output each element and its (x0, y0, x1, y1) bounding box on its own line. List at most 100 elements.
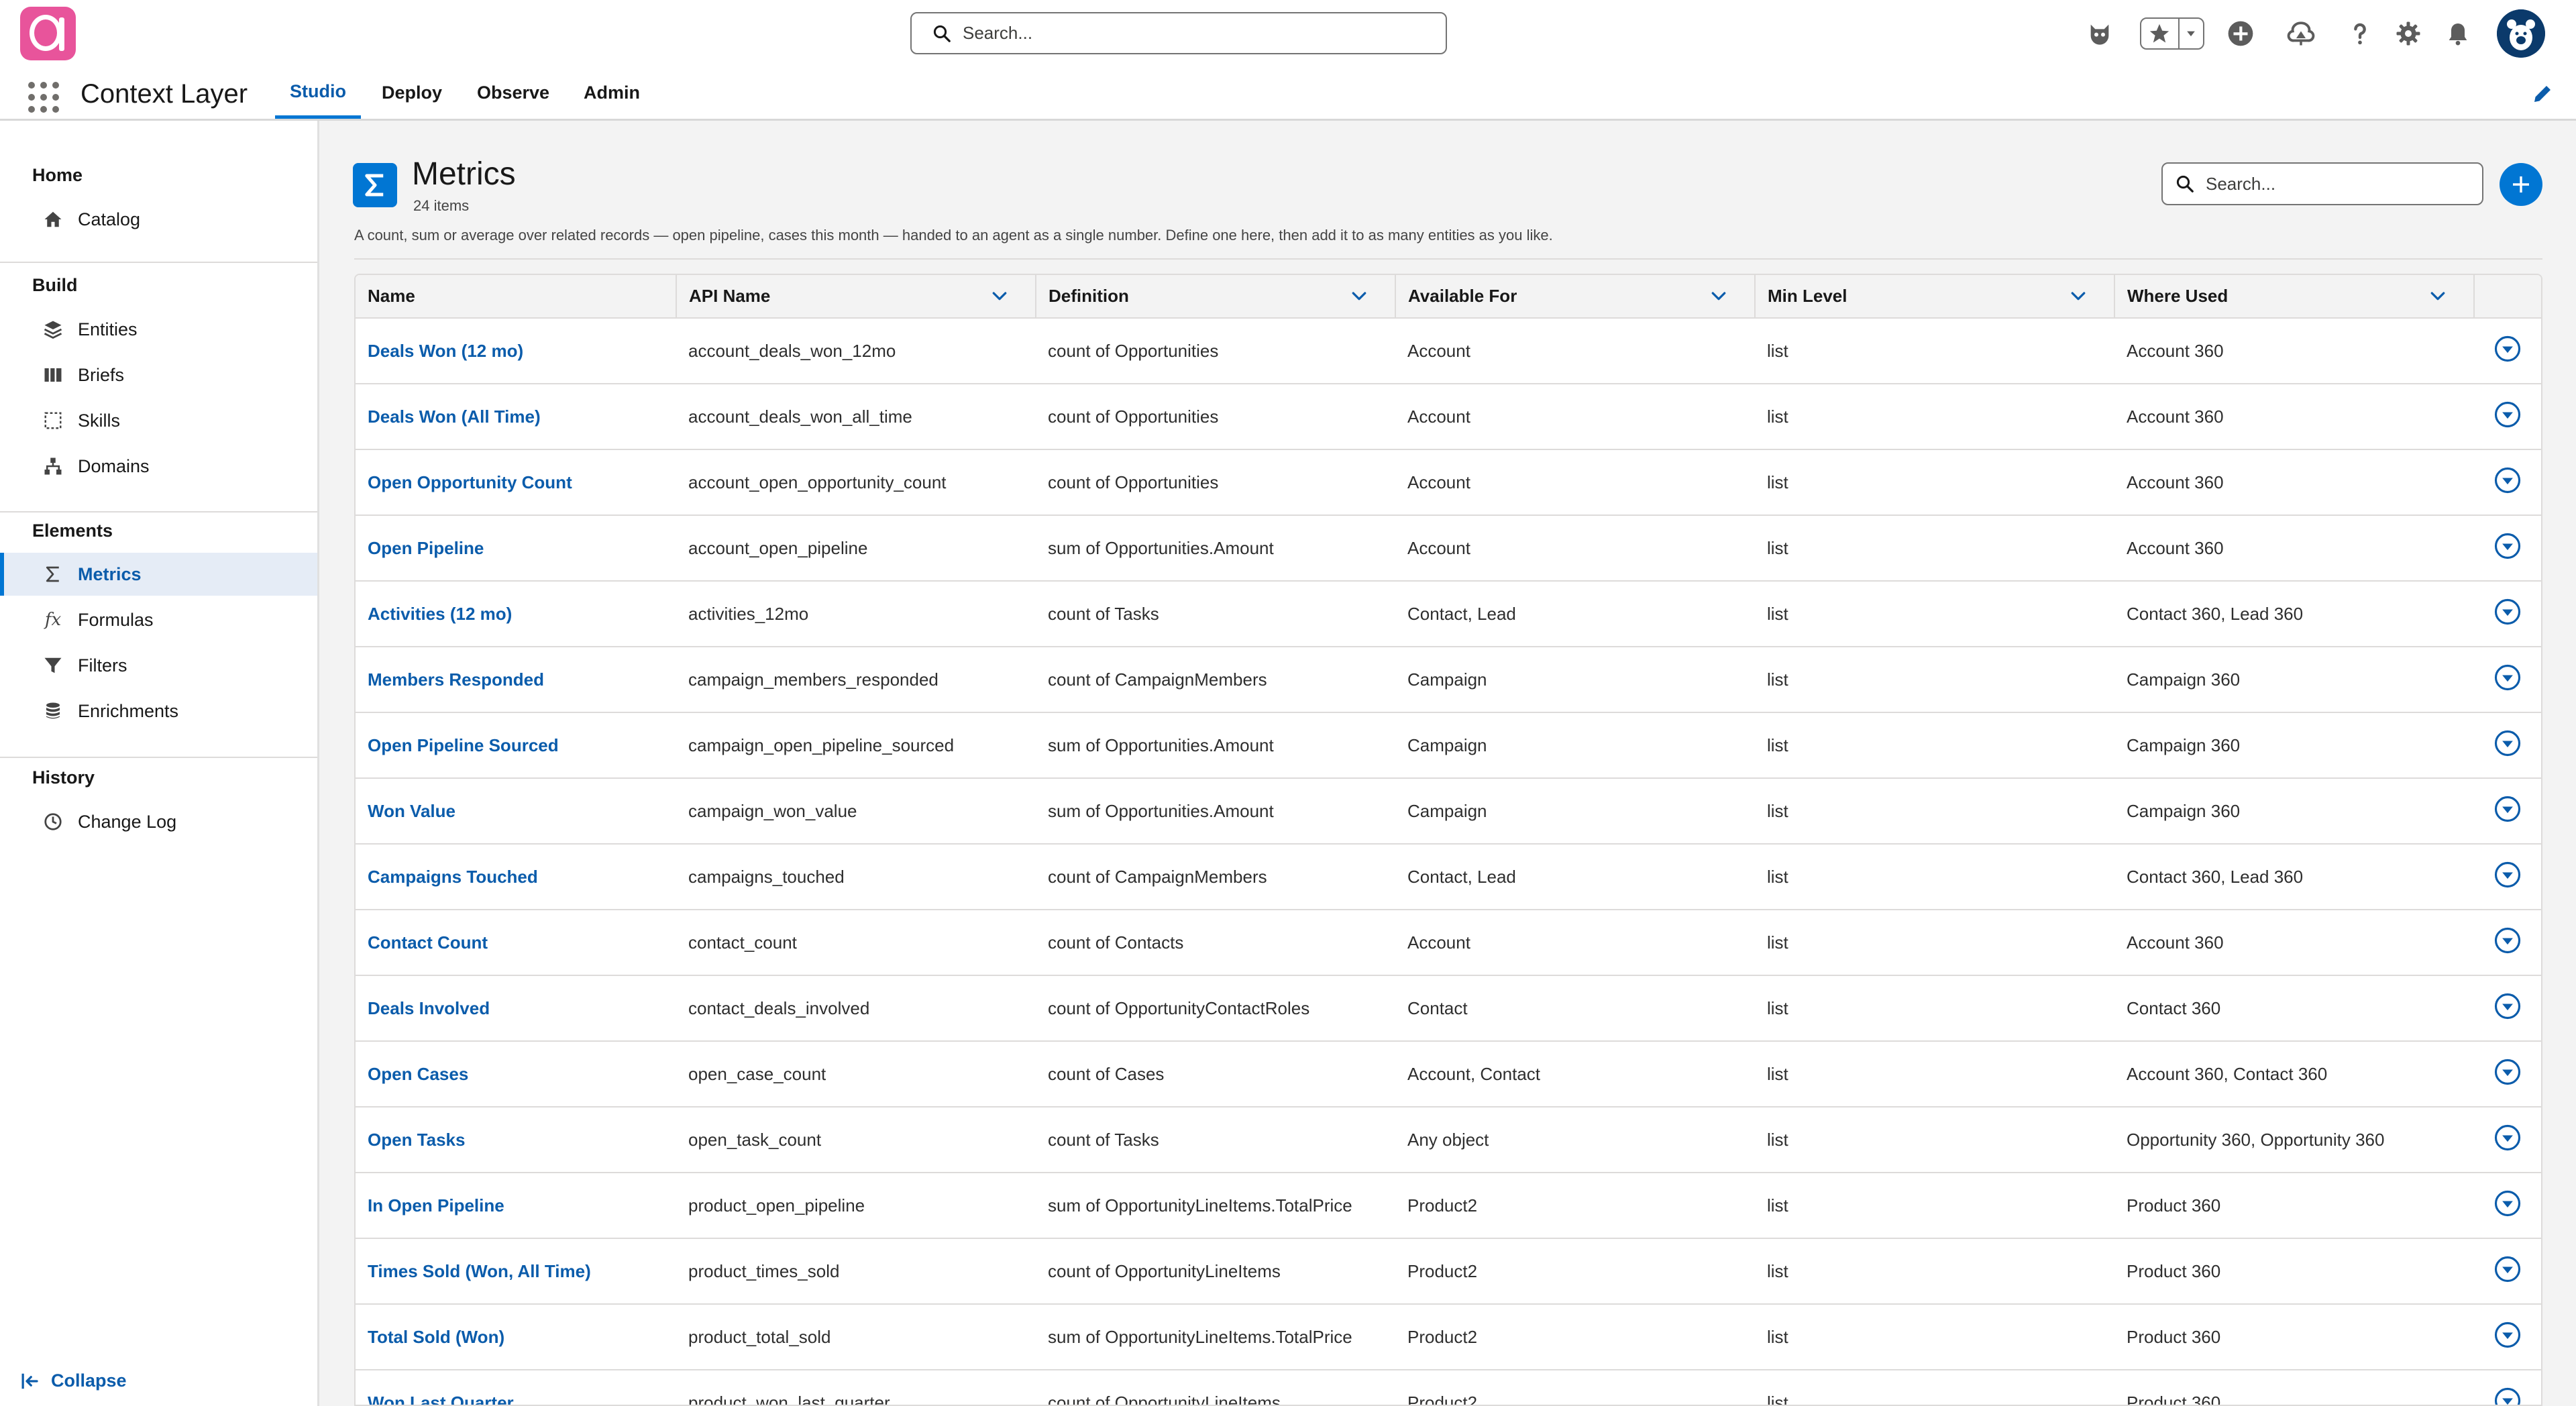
table-row: Deals Involved contact_deals_involved coun… (356, 975, 2541, 1042)
row-actions-dropdown-icon[interactable] (2493, 795, 2522, 823)
row-actions-dropdown-icon[interactable] (2493, 1058, 2522, 1086)
row-actions-dropdown-icon[interactable] (2493, 1255, 2522, 1283)
global-search-input[interactable] (961, 22, 1420, 44)
new-metric-button[interactable] (2500, 163, 2542, 206)
row-actions-dropdown-icon[interactable] (2493, 1189, 2522, 1218)
sidebar-heading-home: Home (32, 165, 83, 185)
row-actions-dropdown-icon[interactable] (2493, 1387, 2522, 1405)
setup-gear-icon[interactable] (2392, 17, 2424, 50)
metric-name-link[interactable]: Campaigns Touched (368, 867, 538, 887)
row-actions-dropdown-icon[interactable] (2493, 663, 2522, 692)
column-header-available-for[interactable]: Available For (1395, 275, 1756, 319)
metric-name-link[interactable]: Times Sold (Won, All Time) (368, 1261, 591, 1281)
tab-deploy[interactable]: Deploy (373, 67, 451, 119)
sidebar-item-catalog[interactable]: Catalog (0, 198, 317, 241)
chevron-down-icon[interactable] (2428, 286, 2448, 307)
tab-observe[interactable]: Observe (470, 67, 557, 119)
trailhead-icon[interactable] (2285, 17, 2317, 50)
metric-name-link[interactable]: In Open Pipeline (368, 1195, 504, 1215)
row-actions-dropdown-icon[interactable] (2493, 1124, 2522, 1152)
trailhead-svg (2287, 21, 2315, 46)
row-actions-cell (2474, 449, 2541, 516)
column-header-name[interactable]: Name (356, 275, 677, 319)
chevron-down-icon[interactable] (1349, 286, 1369, 307)
row-actions-dropdown-icon[interactable] (2493, 1321, 2522, 1349)
row-actions-dropdown-icon[interactable] (2493, 532, 2522, 560)
chevron-down-icon[interactable] (989, 286, 1010, 307)
column-header-definition[interactable]: Definition (1036, 275, 1396, 319)
help-icon[interactable] (2344, 17, 2376, 50)
metric-name-link[interactable]: Open Cases (368, 1064, 468, 1084)
where-used-cell: Account 360 (2114, 910, 2474, 976)
page-description: A count, sum or average over related rec… (354, 227, 1553, 244)
definition-cell: count of Tasks (1036, 581, 1395, 647)
sidebar-item-enrichments[interactable]: Enrichments (0, 690, 317, 733)
tab-studio[interactable]: Studio (275, 67, 361, 119)
collapse-button[interactable]: Collapse (20, 1370, 127, 1391)
metric-name-link[interactable]: Open Pipeline (368, 538, 484, 558)
sidebar-item-label: Filters (78, 655, 127, 675)
where-used-cell: Product 360 (2114, 1238, 2474, 1305)
sigma-icon (42, 563, 64, 586)
where-used-cell: Contact 360, Lead 360 (2114, 581, 2474, 647)
metric-name-link[interactable]: Contact Count (368, 932, 488, 953)
agent-icon[interactable] (2084, 17, 2116, 50)
metric-name-link[interactable]: Activities (12 mo) (368, 604, 512, 624)
sidebar-item-briefs[interactable]: Briefs (0, 354, 317, 396)
metric-name-link[interactable]: Won Last Quarter (368, 1393, 514, 1405)
metric-name-link[interactable]: Open Pipeline Sourced (368, 735, 559, 755)
row-actions-dropdown-icon[interactable] (2493, 335, 2522, 363)
sidebar-item-filters[interactable]: Filters (0, 644, 317, 687)
user-avatar[interactable] (2497, 9, 2545, 58)
sidebar-item-formulas[interactable]: fx Formulas (0, 598, 317, 641)
chevron-down-icon[interactable] (2068, 286, 2088, 307)
column-header-api-name[interactable]: API Name (676, 275, 1036, 319)
metric-name-link[interactable]: Deals Involved (368, 998, 490, 1018)
sidebar-item-label: Formulas (78, 609, 154, 630)
row-actions-dropdown-icon[interactable] (2493, 466, 2522, 494)
metric-name-link[interactable]: Open Tasks (368, 1130, 465, 1150)
row-actions-dropdown-icon[interactable] (2493, 861, 2522, 889)
metric-name-link[interactable]: Won Value (368, 801, 455, 821)
sidebar-item-entities[interactable]: Entities (0, 308, 317, 351)
global-search[interactable] (910, 12, 1447, 54)
list-search[interactable] (2161, 162, 2483, 205)
sidebar-item-domains[interactable]: Domains (0, 445, 317, 488)
metric-name-link[interactable]: Total Sold (Won) (368, 1327, 504, 1347)
min-level-cell: list (1755, 1304, 2114, 1370)
notifications-bell-icon[interactable] (2442, 17, 2474, 50)
min-level-cell: list (1755, 1107, 2114, 1173)
sidebar-item-change-log[interactable]: Change Log (0, 800, 317, 843)
favorites-dropdown-icon[interactable] (2180, 19, 2203, 48)
column-header-where-used[interactable]: Where Used (2114, 275, 2475, 319)
sidebar-item-skills[interactable]: Skills (0, 399, 317, 442)
row-actions-dropdown-icon[interactable] (2493, 729, 2522, 757)
name-cell: Open Opportunity Count (356, 449, 676, 516)
metric-name-link[interactable]: Deals Won (12 mo) (368, 341, 523, 361)
row-actions-cell (2474, 1107, 2541, 1173)
row-actions-cell (2474, 318, 2541, 384)
metric-name-link[interactable]: Deals Won (All Time) (368, 407, 541, 427)
row-actions-dropdown-icon[interactable] (2493, 992, 2522, 1020)
favorites-star-icon[interactable] (2141, 19, 2180, 48)
app-logo[interactable] (20, 7, 76, 60)
sidebar-item-metrics[interactable]: Metrics (0, 553, 317, 596)
row-actions-dropdown-icon[interactable] (2493, 926, 2522, 955)
table-row: Total Sold (Won) product_total_sold sum of… (356, 1304, 2541, 1370)
metric-name-link[interactable]: Open Opportunity Count (368, 472, 572, 492)
table-row: Open Opportunity Count account_open_oppor… (356, 449, 2541, 516)
row-actions-dropdown-icon[interactable] (2493, 400, 2522, 429)
add-icon[interactable] (2224, 17, 2257, 50)
sigma-icon (365, 174, 384, 197)
row-actions-dropdown-icon[interactable] (2493, 598, 2522, 626)
row-actions-cell (2474, 384, 2541, 450)
app-launcher-icon[interactable] (28, 82, 59, 113)
chevron-down-icon[interactable] (1709, 286, 1729, 307)
metric-name-link[interactable]: Members Responded (368, 669, 544, 690)
tab-admin[interactable]: Admin (574, 67, 649, 119)
column-header-min-level[interactable]: Min Level (1755, 275, 2115, 319)
table-row: Deals Won (All Time) account_deals_won_al… (356, 384, 2541, 450)
definition-cell: count of Cases (1036, 1041, 1395, 1107)
edit-nav-pencil-icon[interactable] (2530, 82, 2555, 106)
list-search-input[interactable] (2204, 172, 2462, 195)
